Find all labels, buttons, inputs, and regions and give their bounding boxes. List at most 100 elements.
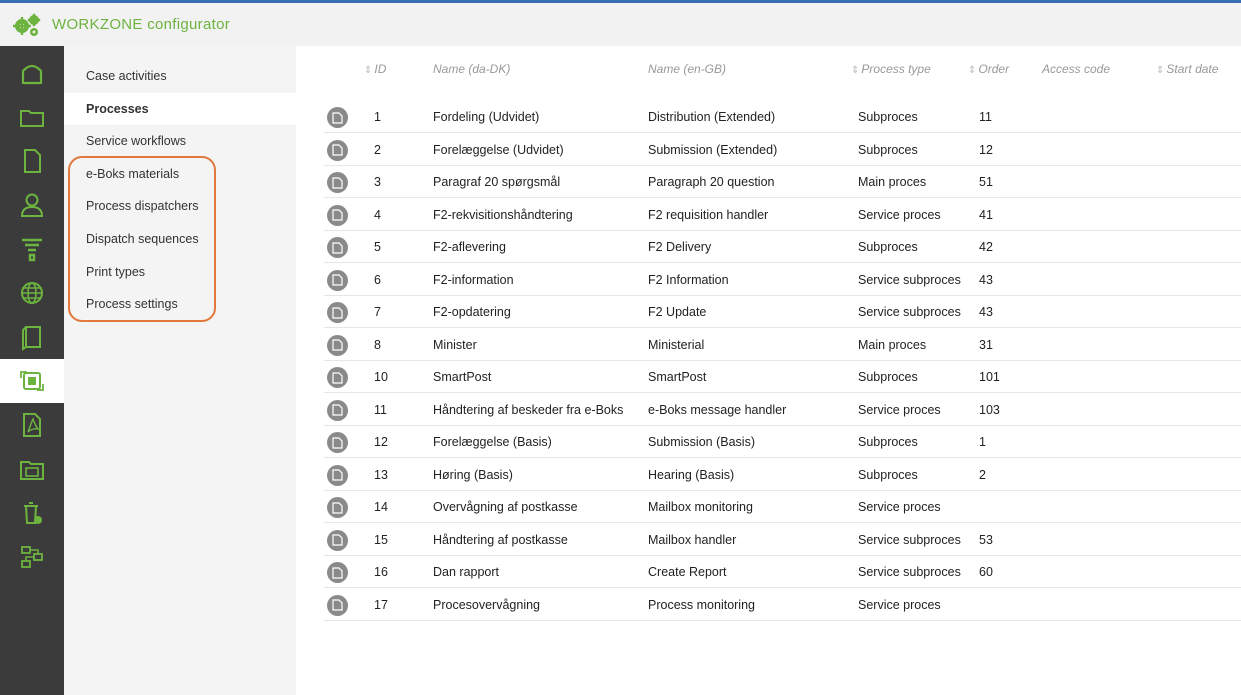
sort-icon: ⇕ <box>968 65 977 76</box>
flow-icon <box>21 546 43 568</box>
cell-name-da: F2-information <box>433 272 514 287</box>
table-row[interactable]: 11 Håndtering af beskeder fra e-Boks e-Bok… <box>324 394 1241 426</box>
column-header-label: Order <box>978 62 1010 76</box>
cell-id: 12 <box>374 435 388 449</box>
column-header-order[interactable]: ⇕ Order <box>968 62 1009 76</box>
document-icon[interactable] <box>327 107 348 128</box>
cell-name-da: Håndtering af postkasse <box>433 532 568 547</box>
cell-type: Service subproces <box>858 272 961 287</box>
sidebar-item-process-settings[interactable]: Process settings <box>64 288 296 320</box>
document-icon[interactable] <box>327 529 348 551</box>
rail-item-trash[interactable] <box>0 491 64 535</box>
sidebar-item-print-types[interactable]: Print types <box>64 256 296 288</box>
document-icon[interactable] <box>327 594 348 616</box>
rail-item-workflow[interactable] <box>0 359 64 403</box>
cell-name-da: Høring (Basis) <box>433 467 513 482</box>
cell-id: 13 <box>374 467 388 482</box>
rail-item-archive[interactable] <box>0 447 64 491</box>
cell-id: 2 <box>374 142 381 157</box>
column-header-name-da-dk-[interactable]: Name (da-DK) <box>433 62 510 76</box>
cell-name-da: Forelæggelse (Udvidet) <box>433 142 564 157</box>
table-row[interactable]: 2 Forelæggelse (Udvidet) Submission (Exten… <box>324 134 1241 166</box>
cell-type: Subproces <box>858 467 918 482</box>
rail-item-book[interactable] <box>0 315 64 359</box>
column-header-name-en-gb-[interactable]: Name (en-GB) <box>648 62 726 76</box>
sidebar-item-processes[interactable]: Processes <box>64 92 296 125</box>
cell-type: Main proces <box>858 175 927 189</box>
table-row[interactable]: 17 Procesovervågning Process monitoring Ser… <box>324 589 1241 621</box>
table-row[interactable]: 7 F2-opdatering F2 Update Service subproces… <box>324 296 1241 328</box>
cell-name-en: F2 Update <box>648 305 707 319</box>
document-icon[interactable] <box>327 172 348 193</box>
archive-icon <box>20 461 44 480</box>
table-row[interactable]: 3 Paragraf 20 spørgsmål Paragraph 20 quest… <box>324 166 1241 198</box>
table-row[interactable]: 1 Fordeling (Udvidet) Distribution (Extend… <box>324 101 1241 133</box>
workflow-icon <box>20 371 44 391</box>
document-icon[interactable] <box>327 139 348 161</box>
rail-item-document[interactable] <box>0 139 64 183</box>
sidebar-item-process-dispatchers[interactable]: Process dispatchers <box>64 190 296 222</box>
rail-item-folder[interactable] <box>0 95 64 139</box>
cell-name-da: Paragraf 20 spørgsmål <box>433 175 561 189</box>
app-title-rest: configurator <box>142 16 231 33</box>
table-row[interactable]: 8 Minister Ministerial Main proces 31 <box>324 329 1241 361</box>
folder-icon <box>20 110 44 127</box>
cell-order: 11 <box>979 110 992 124</box>
icon-rail <box>0 46 64 695</box>
sort-icon: ⇕ <box>1156 65 1165 76</box>
sidebar-item-e-boks-materials[interactable]: e-Boks materials <box>64 158 296 190</box>
cell-name-da: F2-rekvisitionshåndtering <box>433 207 573 222</box>
table-row[interactable]: 15 Håndtering af postkasse Mailbox handler… <box>324 524 1241 556</box>
rail-item-user[interactable] <box>0 183 64 227</box>
table-row[interactable]: 4 F2-rekvisitionshåndtering F2 requisition… <box>324 199 1241 231</box>
sidebar-item-service-workflows[interactable]: Service workflows <box>64 125 296 157</box>
table-row[interactable]: 10 SmartPost SmartPost Subproces 101 <box>324 361 1241 393</box>
globe-icon <box>21 282 43 304</box>
rail-item-home[interactable] <box>0 51 64 95</box>
cell-order: 60 <box>979 565 993 579</box>
sidebar-item-dispatch-sequences[interactable]: Dispatch sequences <box>64 223 296 255</box>
table-row[interactable]: 16 Dan rapport Create Report Service subpro… <box>324 556 1241 588</box>
cell-name-en: Mailbox monitoring <box>648 500 753 514</box>
column-header-access-code[interactable]: Access code <box>1042 62 1110 76</box>
cell-name-en: Create Report <box>648 565 727 579</box>
cell-id: 6 <box>374 272 381 287</box>
document-icon[interactable] <box>327 367 348 388</box>
rail-item-flow[interactable] <box>0 535 64 579</box>
cell-name-da: F2-aflevering <box>433 240 506 254</box>
cell-name-en: F2 Information <box>648 272 729 287</box>
document-icon[interactable] <box>327 204 348 226</box>
rail-item-filter[interactable] <box>0 227 64 271</box>
document-icon[interactable] <box>327 399 348 421</box>
column-header-id[interactable]: ⇕ ID <box>364 62 386 76</box>
column-header-label: Name (en-GB) <box>648 62 727 76</box>
trash-icon <box>24 502 42 524</box>
document-icon[interactable] <box>327 334 348 356</box>
cell-name-en: Submission (Extended) <box>648 142 778 157</box>
cell-name-da: Fordeling (Udvidet) <box>433 110 540 124</box>
table-row[interactable]: 14 Overvågning af postkasse Mailbox monito… <box>324 491 1241 523</box>
cell-order: 53 <box>979 532 993 547</box>
table-row[interactable]: 12 Forelæggelse (Basis) Submission (Basis)… <box>324 426 1241 458</box>
rail-item-pdf[interactable] <box>0 403 64 447</box>
cell-type: Service proces <box>858 597 941 612</box>
document-icon[interactable] <box>327 497 348 518</box>
table-row[interactable]: 13 Høring (Basis) Hearing (Basis) Subproces… <box>324 459 1241 491</box>
cell-type: Service proces <box>858 207 941 222</box>
table-row[interactable]: 6 F2-information F2 Information Service sub… <box>324 264 1241 296</box>
cell-name-en: F2 Delivery <box>648 240 712 254</box>
document-icon[interactable] <box>327 432 348 453</box>
sidebar-item-case-activities[interactable]: Case activities <box>64 60 296 92</box>
cell-type: Service subproces <box>858 305 961 319</box>
column-header-process-type[interactable]: ⇕ Process type <box>851 62 931 76</box>
document-icon[interactable] <box>327 237 348 258</box>
document-icon <box>24 149 41 173</box>
rail-item-globe[interactable] <box>0 271 64 315</box>
table-row[interactable]: 5 F2-aflevering F2 Delivery Subproces 42 <box>324 231 1241 263</box>
document-icon[interactable] <box>327 464 348 486</box>
column-header-label: ID <box>374 62 387 76</box>
document-icon[interactable] <box>327 302 348 323</box>
column-header-start-date[interactable]: ⇕ Start date <box>1156 62 1218 76</box>
document-icon[interactable] <box>327 269 348 291</box>
document-icon[interactable] <box>327 562 348 583</box>
